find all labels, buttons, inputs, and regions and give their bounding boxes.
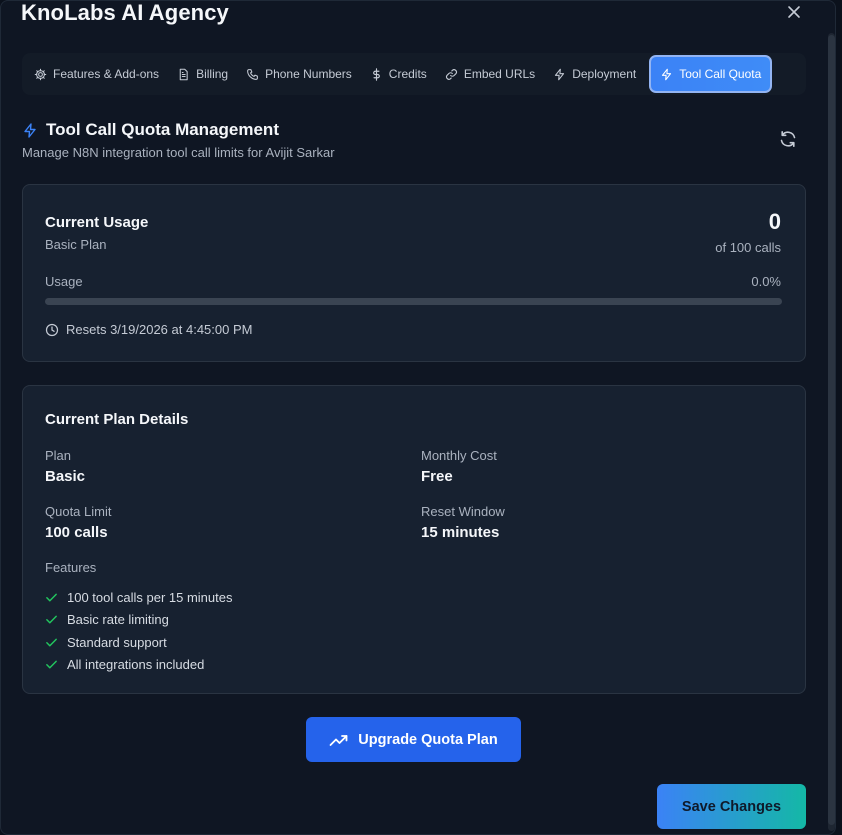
close-icon [788,6,800,18]
tab-tool-call-quota[interactable]: Tool Call Quota [649,55,773,93]
tab-phone-numbers[interactable]: Phone Numbers [237,56,361,92]
check-icon [46,615,57,624]
usage-title: Current Usage [45,214,149,231]
check-icon [46,638,57,647]
features-list: 100 tool calls per 15 minutes Basic rate… [45,586,232,676]
upgrade-quota-plan-button[interactable]: Upgrade Quota Plan [306,717,521,762]
lightning-icon [24,122,36,138]
feature-text: Standard support [67,634,167,650]
usage-percent: 0.0% [751,274,781,289]
list-item: Standard support [45,631,232,654]
tab-billing[interactable]: Billing [168,56,237,92]
usage-plan: Basic Plan [45,237,107,252]
reset-window-label: Reset Window [421,504,505,519]
save-changes-button[interactable]: Save Changes [657,784,806,829]
check-icon [46,593,57,602]
plan-field: Plan Basic [45,448,85,485]
scrollbar-thumb[interactable] [828,35,835,825]
plan-label: Plan [45,448,72,463]
plan-details-card: Current Plan Details Plan Basic Monthly … [22,385,806,694]
tab-deployment[interactable]: Deployment [544,56,645,92]
gear-icon [34,68,47,80]
tab-bar: Features & Add-ons Billing Phone Numbers… [22,53,806,95]
reset-time: Resets 3/19/2026 at 4:45:00 PM [45,322,252,337]
link-icon [445,68,457,80]
close-button[interactable] [785,3,803,21]
upgrade-label: Upgrade Quota Plan [358,731,498,748]
usage-count: 0 [768,209,781,234]
usage-label: Usage [45,274,83,289]
feature-text: 100 tool calls per 15 minutes [67,589,233,605]
section-title-text: Tool Call Quota Management [46,120,279,139]
tab-label: Credits [388,67,427,81]
quota-dialog: KnoLabs AI Agency Features & Add-ons Bil… [0,0,836,835]
check-icon [46,660,57,669]
reset-time-text: Resets 3/19/2026 at 4:45:00 PM [66,322,253,337]
section-header: Tool Call Quota Management Manage N8N in… [22,120,335,160]
tab-label: Embed URLs [463,67,536,81]
usage-limit: of 100 calls [715,240,781,255]
plan-details-title: Current Plan Details [45,411,189,428]
reset-window-field: Reset Window 15 minutes [421,504,505,541]
refresh-button[interactable] [777,128,799,150]
list-item: 100 tool calls per 15 minutes [45,586,232,609]
monthly-cost-value: Free [421,468,453,485]
feature-text: Basic rate limiting [67,612,169,628]
dialog-title: KnoLabs AI Agency [21,0,229,25]
section-title: Tool Call Quota Management [22,120,335,140]
features-label: Features [45,560,97,575]
quota-limit-value: 100 calls [45,524,108,541]
tab-label: Tool Call Quota [679,67,762,81]
list-item: All integrations included [45,654,232,677]
trending-up-icon [329,734,348,746]
phone-icon [247,68,258,80]
current-usage-card: Current Usage Basic Plan 0 of 100 calls … [22,184,806,362]
lightning-icon [555,68,565,80]
tab-credits[interactable]: Credits [361,56,436,92]
quota-limit-label: Quota Limit [45,504,112,519]
feature-text: All integrations included [67,657,205,673]
tab-label: Deployment [572,67,637,81]
tab-embed-urls[interactable]: Embed URLs [436,56,544,92]
reset-window-value: 15 minutes [421,524,500,541]
lightning-icon [662,68,672,80]
plan-value: Basic [45,468,86,485]
tab-label: Billing [196,67,229,81]
document-icon [179,68,188,80]
list-item: Basic rate limiting [45,609,232,632]
tab-label: Phone Numbers [265,67,352,81]
usage-progress-bar [45,298,782,305]
tab-features-addons[interactable]: Features & Add-ons [25,56,168,92]
clock-icon [45,323,59,336]
monthly-cost-label: Monthly Cost [421,448,497,463]
section-subtitle: Manage N8N integration tool call limits … [22,145,335,160]
dollar-icon [372,67,380,81]
monthly-cost-field: Monthly Cost Free [421,448,497,485]
quota-limit-field: Quota Limit 100 calls [45,504,111,541]
refresh-icon [780,131,796,147]
tab-label: Features & Add-ons [53,67,160,81]
